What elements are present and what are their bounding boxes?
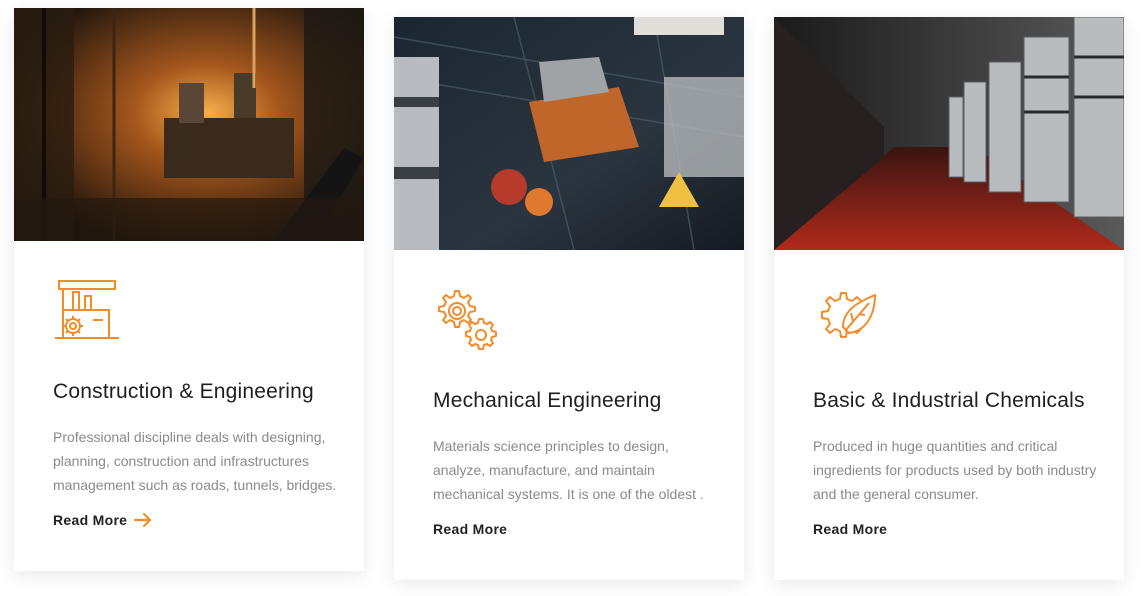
card-description: Materials science principles to design, … [433,434,723,506]
description-line: ingredients for products used by both in… [813,462,1097,478]
card-title: Mechanical Engineering [433,389,662,412]
card-title: Construction & Engineering [53,380,314,403]
read-more-link[interactable]: Read More [433,521,507,537]
service-card-construction: Construction & Engineering Professional … [14,8,364,571]
arrow-right-icon [134,513,152,527]
read-more-link[interactable]: Read More [813,521,887,537]
description-line: management such as roads, tunnels, bridg… [53,477,337,493]
read-more-label: Read More [813,521,888,537]
leaf-gear-icon [813,287,881,355]
factory-gear-icon [53,278,121,346]
read-more-label: Read More [433,521,508,537]
description-line: Professional discipline deals with desig… [53,429,326,445]
card-description: Professional discipline deals with desig… [53,425,343,497]
read-more-label: Read More [53,512,128,528]
chemical-tanks-photo [774,17,1124,250]
read-more-link[interactable]: Read More [53,512,152,528]
steel-mill-photo [14,8,364,241]
service-card-chemicals: Basic & Industrial Chemicals Produced in… [774,17,1124,580]
card-description: Produced in huge quantities and critical… [813,434,1103,506]
description-line: mechanical systems. It is one of the old… [433,486,704,502]
description-line: planning, construction and infrastructur… [53,453,310,469]
gears-icon [433,287,501,355]
service-card-mechanical: Mechanical Engineering Materials science… [394,17,744,580]
space-hangar-photo [394,17,744,250]
description-line: Produced in huge quantities and critical [813,438,1058,454]
card-title: Basic & Industrial Chemicals [813,389,1085,412]
description-line: Materials science principles to design, [433,438,669,454]
description-line: and the general consumer. [813,486,979,502]
description-line: analyze, manufacture, and maintain [433,462,655,478]
